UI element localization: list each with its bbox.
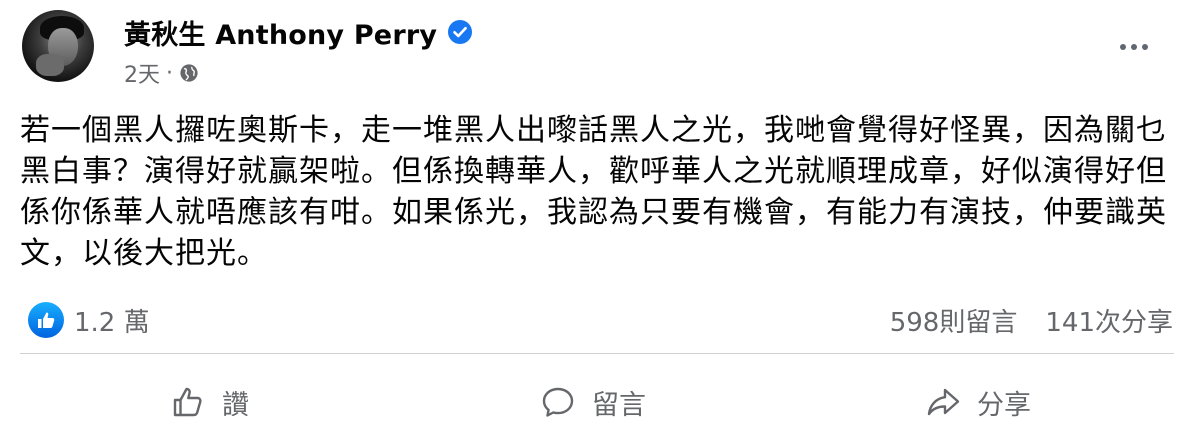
like-button[interactable]: 讚 [170, 372, 249, 432]
share-count[interactable]: 141次分享 [1045, 302, 1173, 339]
share-button[interactable]: 分享 [925, 372, 1031, 432]
comment-bubble-icon [540, 384, 576, 420]
post-body: 若一個黑人攞咗奧斯卡，走一堆黑人出嚟話黑人之光，我哋會覺得好怪異，因為關乜 黑白… [20, 110, 1180, 274]
comment-button[interactable]: 留言 [540, 372, 646, 432]
more-dot [1142, 44, 1148, 50]
thumbs-up-icon [28, 302, 64, 338]
share-arrow-icon [925, 384, 961, 420]
verified-badge-icon [447, 19, 473, 45]
author-header: 黃秋生 Anthony Perry [124, 12, 473, 52]
post-timestamp[interactable]: 2天 [124, 57, 160, 89]
like-label: 讚 [222, 389, 249, 421]
more-dot [1131, 44, 1137, 50]
engagement-stats: 598則留言 141次分享 [890, 300, 1173, 340]
globe-icon[interactable] [179, 63, 199, 83]
author-avatar[interactable] [22, 10, 94, 82]
post-body-line: 文，以後大把光。 [20, 236, 268, 271]
thumbs-up-outline-icon [170, 384, 206, 420]
meta-separator: · [166, 60, 173, 86]
reaction-count: 1.2 萬 [74, 307, 150, 338]
author-name[interactable]: 黃秋生 Anthony Perry [124, 13, 437, 52]
share-label: 分享 [977, 389, 1031, 421]
divider [20, 353, 1174, 354]
avatar-hand [36, 54, 64, 76]
more-dot [1120, 44, 1126, 50]
post-body-line: 黑白事？演得好就贏架啦。但係換轉華人，歡呼華人之光就順理成章，好似演得好但 [20, 154, 1167, 189]
comment-label: 留言 [592, 389, 646, 421]
post-body-line: 係你係華人就唔應該有咁。如果係光，我認為只要有機會，有能力有演技，仲要識英 [20, 195, 1167, 230]
comment-count[interactable]: 598則留言 [890, 302, 1018, 339]
post-meta: 2天 · [124, 58, 199, 88]
action-bar: 讚 留言 分享 [0, 372, 1200, 432]
more-options-icon[interactable] [1112, 32, 1156, 62]
reactions-summary[interactable]: 1.2 萬 [28, 300, 150, 340]
post-body-line: 若一個黑人攞咗奧斯卡，走一堆黑人出嚟話黑人之光，我哋會覺得好怪異，因為關乜 [20, 113, 1167, 148]
facebook-post: 黃秋生 Anthony Perry 2天 · 若一個黑人攞咗奧斯卡，走一堆黑人出… [0, 0, 1200, 441]
